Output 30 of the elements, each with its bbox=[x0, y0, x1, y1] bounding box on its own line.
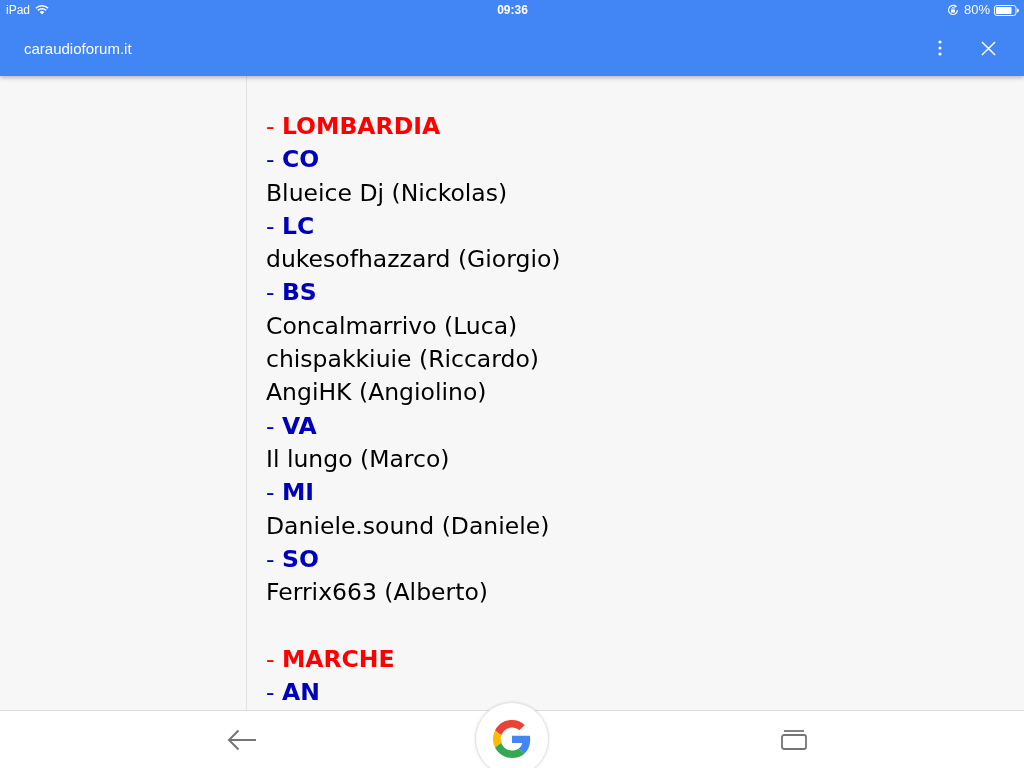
more-vertical-icon bbox=[937, 40, 942, 56]
member-name: chispakkiuie (Riccardo) bbox=[266, 344, 539, 376]
member-name: Concalmarrivo (Luca) bbox=[266, 310, 518, 342]
member-name: AngiHK (Angiolino) bbox=[266, 377, 487, 409]
battery-icon bbox=[994, 4, 1019, 16]
member-name: dukesofhazzard (Giorgio) bbox=[266, 244, 561, 276]
region-heading: - LOMBARDIA bbox=[266, 111, 441, 142]
clock-time: 09:36 bbox=[497, 3, 528, 17]
province-heading: - CO bbox=[266, 144, 320, 176]
logo-button[interactable] bbox=[475, 702, 549, 768]
g-logo-icon bbox=[493, 720, 531, 758]
battery-percent: 80% bbox=[964, 3, 990, 17]
close-icon bbox=[981, 40, 996, 56]
member-name: Blueice Dj (Nickolas) bbox=[266, 177, 508, 209]
member-name: Ferrix663 (Alberto) bbox=[266, 577, 488, 609]
province-heading: - LC bbox=[266, 210, 315, 242]
tabs-icon bbox=[781, 729, 807, 750]
back-arrow-icon bbox=[227, 728, 257, 751]
region-heading: - MARCHE bbox=[266, 643, 395, 675]
province-heading: - MI bbox=[266, 477, 315, 509]
member-name: Il lungo (Marco) bbox=[266, 443, 450, 475]
rotation-lock-icon bbox=[947, 4, 959, 16]
wifi-icon bbox=[35, 5, 50, 15]
member-name: Daniele.sound (Daniele) bbox=[266, 510, 550, 542]
device-name: iPad bbox=[6, 3, 31, 17]
province-heading: - VA bbox=[266, 410, 317, 442]
page-domain: caraudioforum.it bbox=[24, 39, 133, 57]
province-heading: - SO bbox=[266, 543, 319, 575]
province-heading: - AN bbox=[266, 677, 320, 709]
province-heading: - BS bbox=[266, 277, 317, 309]
